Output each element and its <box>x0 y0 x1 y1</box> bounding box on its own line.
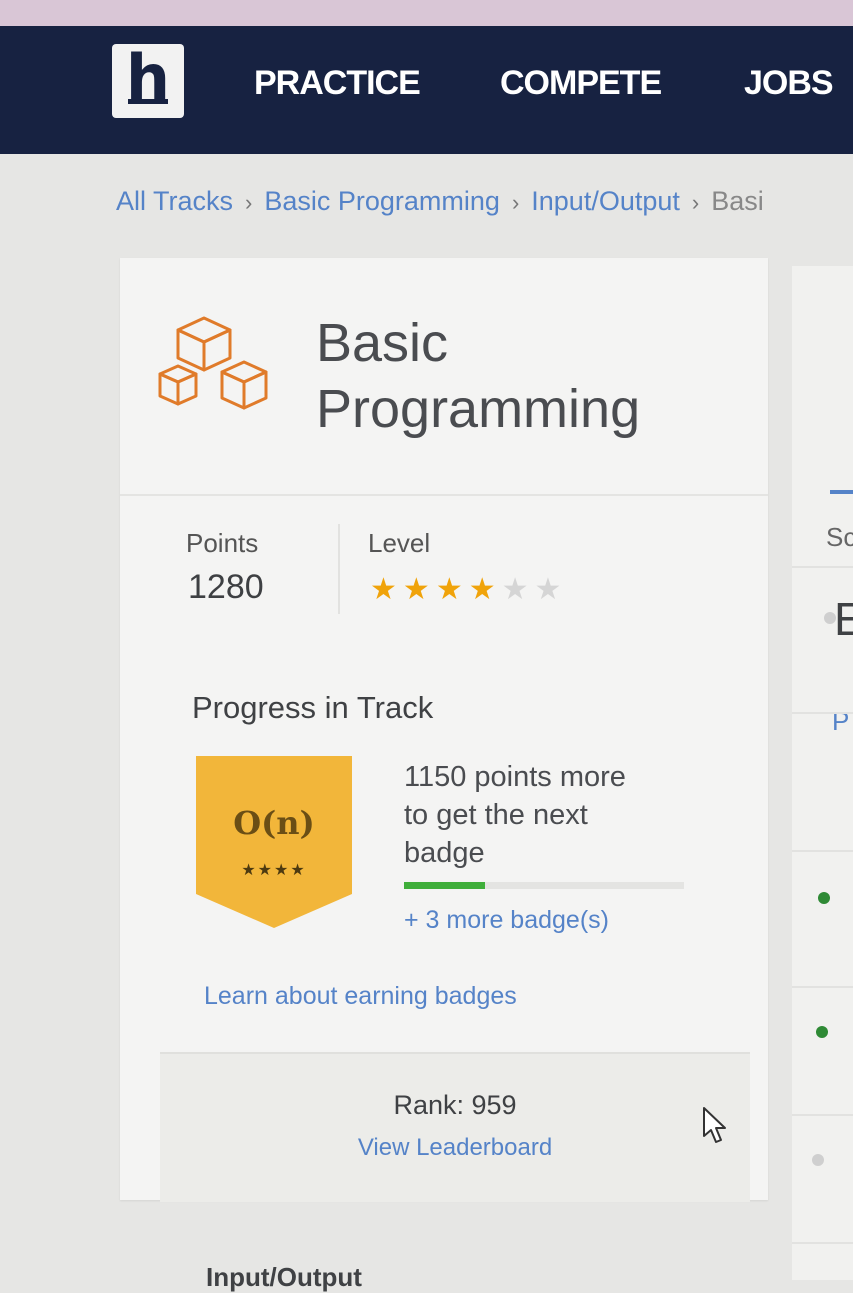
level-label: Level <box>368 528 431 558</box>
right-panel-divider <box>792 712 853 714</box>
track-card-header: Basic Programming <box>120 258 768 496</box>
breadcrumb-current[interactable]: Basi <box>711 186 764 216</box>
chevron-right-icon: › <box>511 190 520 215</box>
chevron-right-icon: › <box>691 190 700 215</box>
breadcrumb-basic-programming[interactable]: Basic Programming <box>264 186 500 216</box>
status-dot-icon <box>816 1026 828 1038</box>
top-strip <box>0 0 853 28</box>
badge-label: O(n) <box>233 804 315 842</box>
badge-progress-bar <box>404 882 684 889</box>
points-value: 1280 <box>188 568 264 606</box>
badge-stars: ★★★★ <box>241 862 307 879</box>
track-card: Basic Programming Points 1280 Level ★★★★… <box>120 258 768 1202</box>
next-badge-text: 1150 points more to get the next badge <box>404 758 694 872</box>
star-filled-icon: ★ <box>468 573 502 606</box>
progress-heading: Progress in Track <box>192 690 434 725</box>
nav-practice[interactable]: PRACTICE <box>254 64 421 103</box>
next-badge-line1: 1150 points more <box>404 761 626 793</box>
star-filled-icon: ★ <box>402 573 436 606</box>
star-empty-icon: ★ <box>534 573 568 606</box>
right-panel-divider <box>792 566 853 568</box>
track-title-line1: Basic <box>316 313 449 373</box>
status-dot-icon <box>824 612 836 624</box>
star-empty-icon: ★ <box>501 573 535 606</box>
right-panel-divider <box>792 986 853 988</box>
learn-badges-link[interactable]: Learn about earning badges <box>204 982 517 1011</box>
track-title: Basic Programming <box>316 310 756 442</box>
section-heading-input-output: Input/Output <box>206 1262 362 1292</box>
badge-progress-fill <box>404 882 486 889</box>
star-filled-icon: ★ <box>435 573 469 606</box>
breadcrumb: All Tracks › Basic Programming › Input/Outpu… <box>116 186 853 217</box>
nav-jobs[interactable]: JOBS <box>744 64 834 103</box>
right-panel-divider <box>792 1242 853 1244</box>
status-dot-icon <box>812 1154 824 1166</box>
right-panel-tab[interactable]: P <box>832 706 849 737</box>
view-leaderboard-link[interactable]: View Leaderboard <box>160 1134 750 1162</box>
badge-icon <box>196 756 352 928</box>
nav-compete[interactable]: COMPETE <box>500 64 662 103</box>
right-panel-divider <box>792 1114 853 1116</box>
right-panel-tab-underline <box>830 490 853 494</box>
points-label: Points <box>186 528 259 558</box>
breadcrumb-all-tracks[interactable]: All Tracks <box>116 186 233 216</box>
next-badge-line3: badge <box>404 837 485 869</box>
level-stars: ★★★★★★ <box>370 572 567 607</box>
logo-letter: h <box>125 41 171 114</box>
logo[interactable]: h <box>112 41 184 118</box>
right-panel: E P <box>792 266 853 1280</box>
mouse-cursor-icon <box>703 1107 726 1143</box>
status-dot-icon <box>818 892 830 904</box>
right-panel-title: E <box>834 593 853 645</box>
stats-divider <box>338 524 340 614</box>
right-panel-divider <box>792 850 853 852</box>
more-badges-link[interactable]: + 3 more badge(s) <box>404 906 609 935</box>
track-title-line2: Programming <box>316 379 641 439</box>
breadcrumb-input-output[interactable]: Input/Output <box>531 186 680 216</box>
rank-text: Rank: 959 <box>393 1090 517 1120</box>
next-badge-line2: to get the next <box>404 799 588 831</box>
rank-section: Rank: 959 View Leaderboard <box>160 1052 750 1202</box>
right-panel-label: Sc <box>826 522 853 552</box>
star-filled-icon: ★ <box>370 573 403 606</box>
chevron-right-icon: › <box>245 190 253 215</box>
cubes-icon <box>158 316 268 410</box>
